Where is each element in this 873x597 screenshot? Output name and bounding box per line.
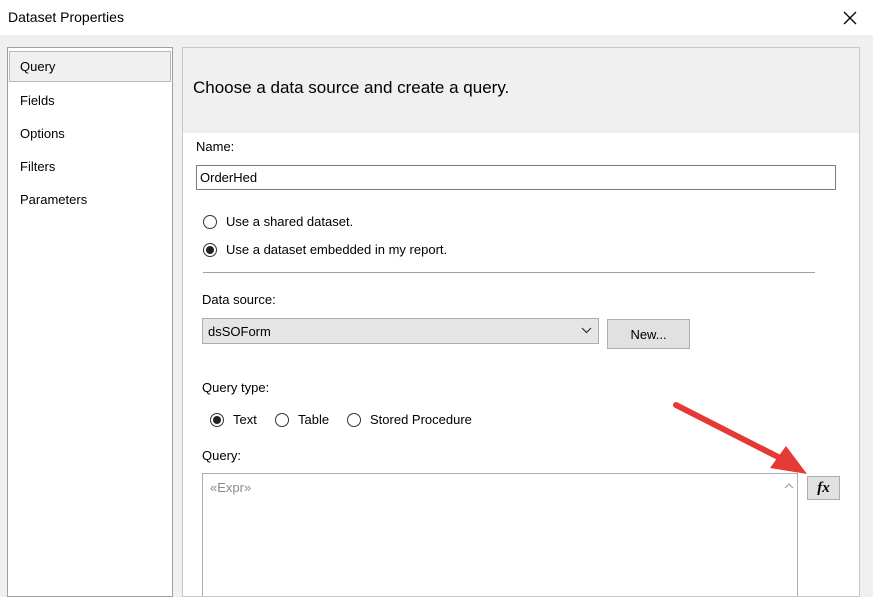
query-type-text-radio[interactable]: Text	[210, 412, 257, 427]
window-title: Dataset Properties	[8, 9, 124, 25]
radio-circle-selected	[210, 412, 224, 427]
expression-button[interactable]: fx	[807, 476, 840, 500]
chevron-up-icon	[784, 483, 793, 489]
query-label: Query:	[202, 448, 242, 463]
name-input[interactable]	[196, 165, 836, 190]
radio-circle-selected	[203, 242, 217, 257]
nav-item-options[interactable]: Options	[9, 118, 171, 149]
query-panel: Choose a data source and create a query.…	[182, 47, 860, 597]
nav-item-parameters[interactable]: Parameters	[9, 184, 171, 215]
close-button[interactable]	[827, 0, 873, 35]
divider	[203, 272, 815, 273]
nav-item-filters[interactable]: Filters	[9, 151, 171, 182]
query-type-stored-procedure-radio[interactable]: Stored Procedure	[347, 412, 472, 427]
new-button-label: New...	[630, 326, 667, 342]
query-type-label: Query type:	[202, 380, 270, 395]
query-placeholder: «Expr»	[210, 480, 252, 495]
chevron-down-icon	[581, 327, 592, 334]
panel-heading: Choose a data source and create a query.	[193, 78, 510, 97]
shared-dataset-radio[interactable]: Use a shared dataset.	[203, 214, 353, 229]
query-type-text-label: Text	[233, 412, 257, 427]
data-source-select[interactable]: dsSOForm	[202, 318, 599, 344]
radio-circle	[275, 412, 289, 427]
shared-dataset-label: Use a shared dataset.	[226, 214, 354, 229]
nav-item-query[interactable]: Query	[9, 51, 171, 82]
embedded-dataset-radio[interactable]: Use a dataset embedded in my report.	[203, 242, 447, 257]
panel-header: Choose a data source and create a query.	[183, 48, 859, 133]
data-source-label: Data source:	[202, 292, 276, 307]
new-data-source-button[interactable]: New...	[607, 319, 690, 349]
nav-pane: Query Fields Options Filters Parameters	[7, 47, 173, 597]
query-type-stored-procedure-label: Stored Procedure	[370, 412, 472, 427]
close-icon	[843, 11, 857, 24]
radio-circle	[203, 214, 217, 229]
name-label: Name:	[196, 139, 235, 154]
data-source-value: dsSOForm	[208, 324, 271, 339]
embedded-dataset-label: Use a dataset embedded in my report.	[226, 242, 448, 257]
scroll-up-button[interactable]	[780, 474, 797, 498]
radio-circle	[347, 412, 361, 427]
title-bar: Dataset Properties	[0, 0, 873, 35]
nav-item-fields[interactable]: Fields	[9, 85, 171, 116]
fx-icon: fx	[817, 479, 830, 496]
query-textarea[interactable]: «Expr»	[202, 473, 798, 596]
query-type-table-label: Table	[298, 412, 330, 427]
query-type-table-radio[interactable]: Table	[275, 412, 329, 427]
